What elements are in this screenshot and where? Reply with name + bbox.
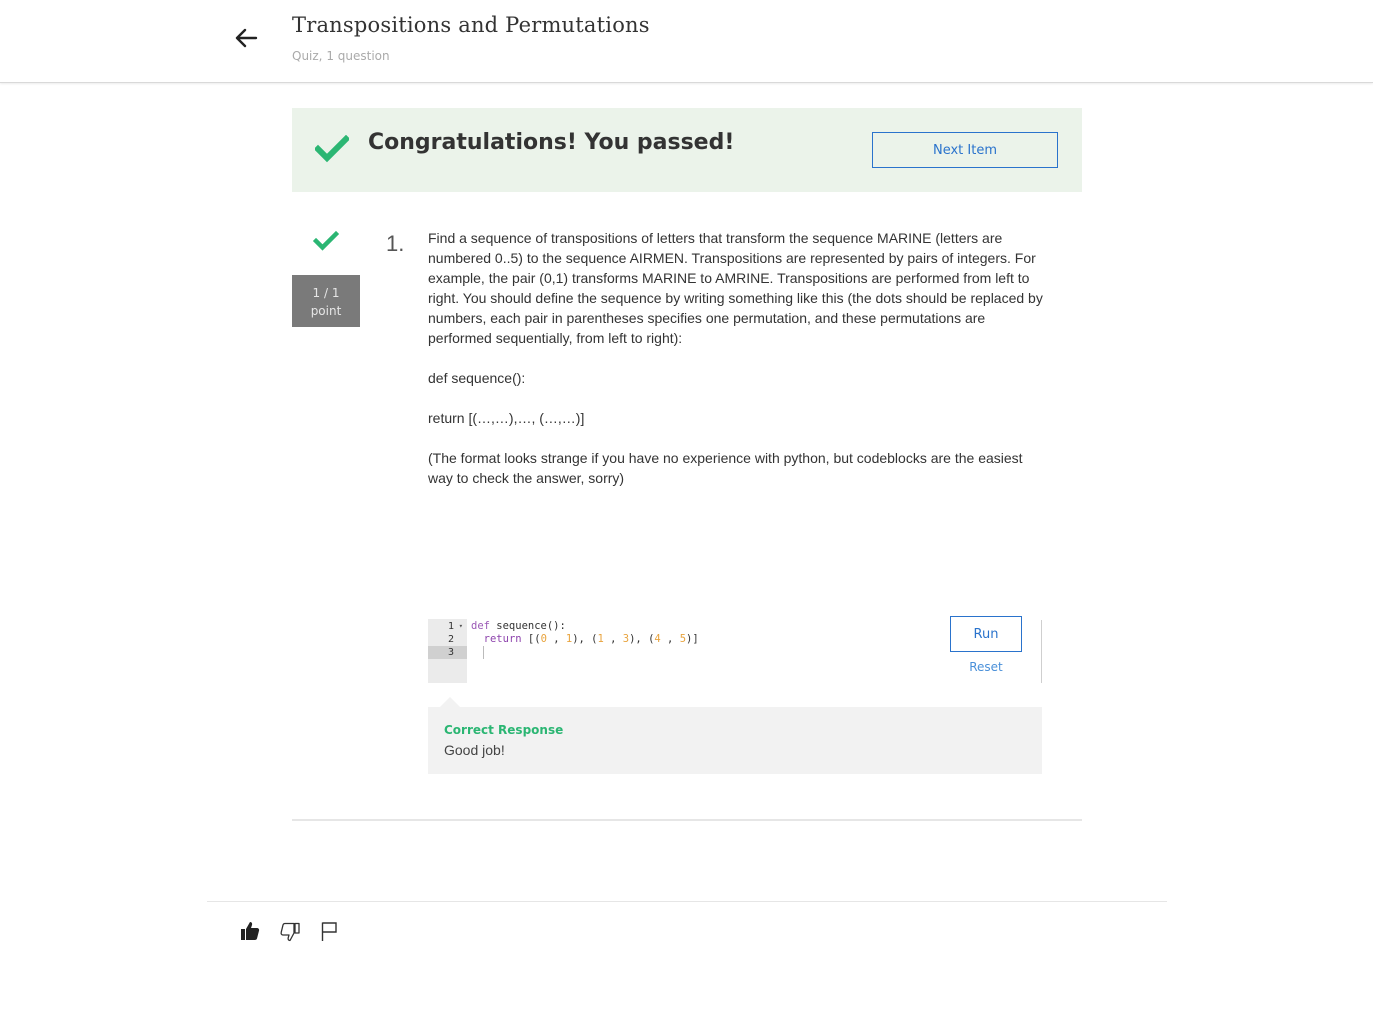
fold-arrow-icon[interactable]: ▾ [459, 622, 463, 630]
next-item-button[interactable]: Next Item [872, 132, 1058, 168]
editor-divider [1041, 620, 1042, 683]
question-text: Find a sequence of transpositions of let… [428, 228, 1044, 488]
question-correct-checkmark-icon [312, 230, 340, 252]
question-paragraph: return [(…,…),…, (…,…)] [428, 410, 585, 426]
feedback-panel: Correct Response Good job! [428, 697, 1042, 774]
thumbs-down-icon[interactable] [279, 921, 301, 947]
quiz-subtitle: Quiz, 1 question [292, 49, 390, 63]
feedback-text: Good job! [444, 742, 505, 758]
back-arrow-icon[interactable] [232, 24, 260, 52]
code-line: def sequence(): [471, 620, 566, 632]
pass-message: Congratulations! You passed! [368, 130, 735, 155]
reset-link[interactable]: Reset [950, 660, 1022, 674]
text-cursor [483, 646, 484, 659]
code-editor[interactable]: 1 ▾ 2 3 def sequence(): return [(0 , 1),… [428, 619, 928, 683]
page-title: Transpositions and Permutations [292, 13, 650, 37]
run-button[interactable]: Run [950, 616, 1022, 652]
question-paragraph: (The format looks strange if you have no… [428, 450, 1023, 486]
editor-gutter: 1 ▾ 2 3 [428, 619, 467, 683]
points-score: 1 / 1 [312, 286, 340, 300]
thumbs-up-icon[interactable] [239, 920, 261, 946]
feedback-notch [440, 697, 460, 707]
checkmark-icon [313, 134, 351, 163]
pass-banner: Congratulations! You passed! Next Item [292, 108, 1082, 192]
divider [292, 819, 1082, 821]
question-number: 1. [386, 231, 405, 256]
divider [207, 901, 1167, 902]
line-number: 2 [447, 634, 454, 645]
points-unit: point [310, 304, 342, 318]
line-number: 3 [428, 646, 467, 659]
points-badge: 1 / 1 point [292, 275, 360, 327]
feedback-title: Correct Response [444, 723, 564, 737]
flag-icon[interactable] [320, 921, 340, 947]
question-paragraph: def sequence(): [428, 370, 526, 386]
quiz-header: Transpositions and Permutations Quiz, 1 … [0, 0, 1373, 83]
code-line: return [(0 , 1), (1 , 3), (4 , 5)] [483, 633, 699, 645]
question-paragraph: Find a sequence of transpositions of let… [428, 230, 1043, 346]
